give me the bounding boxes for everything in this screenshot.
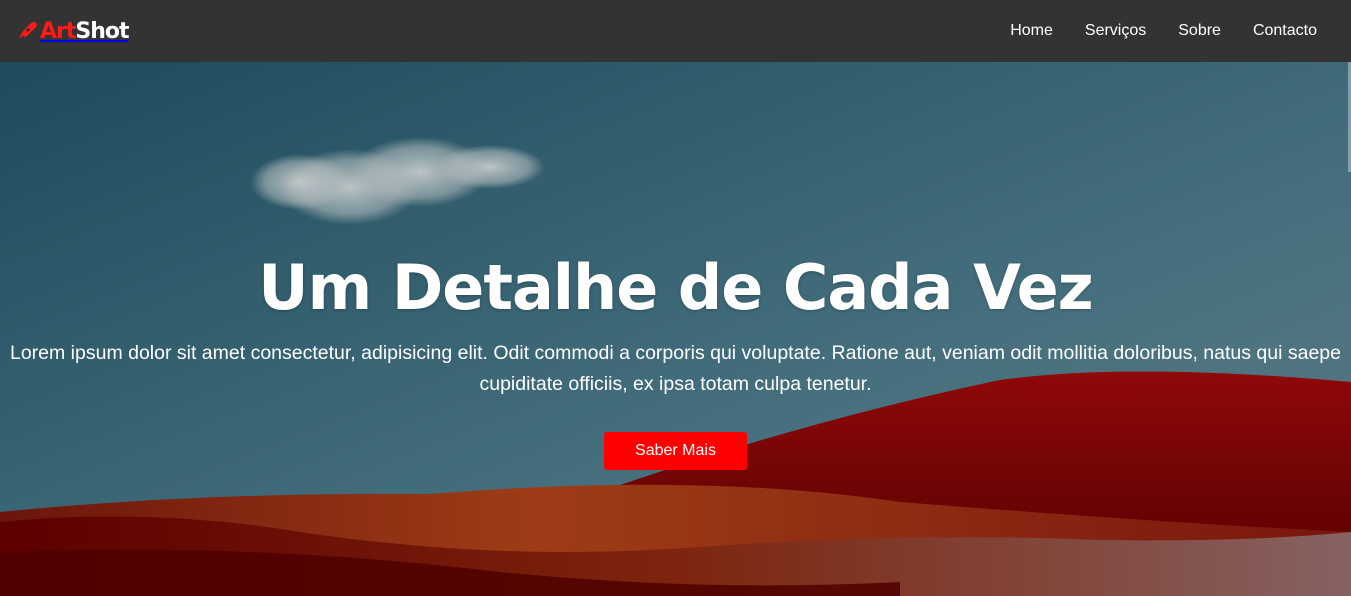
nav-link-contacto[interactable]: Contacto [1253, 22, 1317, 39]
brand-name: ArtShot [40, 18, 130, 44]
nav-menu: Home Serviços Sobre Contacto [1010, 22, 1317, 40]
pen-nib-icon [14, 18, 40, 44]
brand-name-art: Art [40, 18, 76, 44]
hero-section: Um Detalhe de Cada Vez Lorem ipsum dolor… [0, 62, 1351, 596]
hero-title: Um Detalhe de Cada Vez [258, 251, 1093, 324]
hero-content: Um Detalhe de Cada Vez Lorem ipsum dolor… [0, 252, 1351, 470]
nav-link-servicos[interactable]: Serviços [1085, 22, 1146, 39]
brand-name-shot: Shot [75, 18, 129, 44]
hero-description: Lorem ipsum dolor sit amet consectetur, … [9, 342, 1341, 395]
navbar: ArtShot Home Serviços Sobre Contacto [0, 0, 1351, 62]
brand-logo[interactable]: ArtShot [14, 18, 130, 44]
nav-link-home[interactable]: Home [1010, 22, 1053, 39]
saber-mais-button[interactable]: Saber Mais [604, 432, 747, 470]
nav-link-sobre[interactable]: Sobre [1178, 22, 1221, 39]
